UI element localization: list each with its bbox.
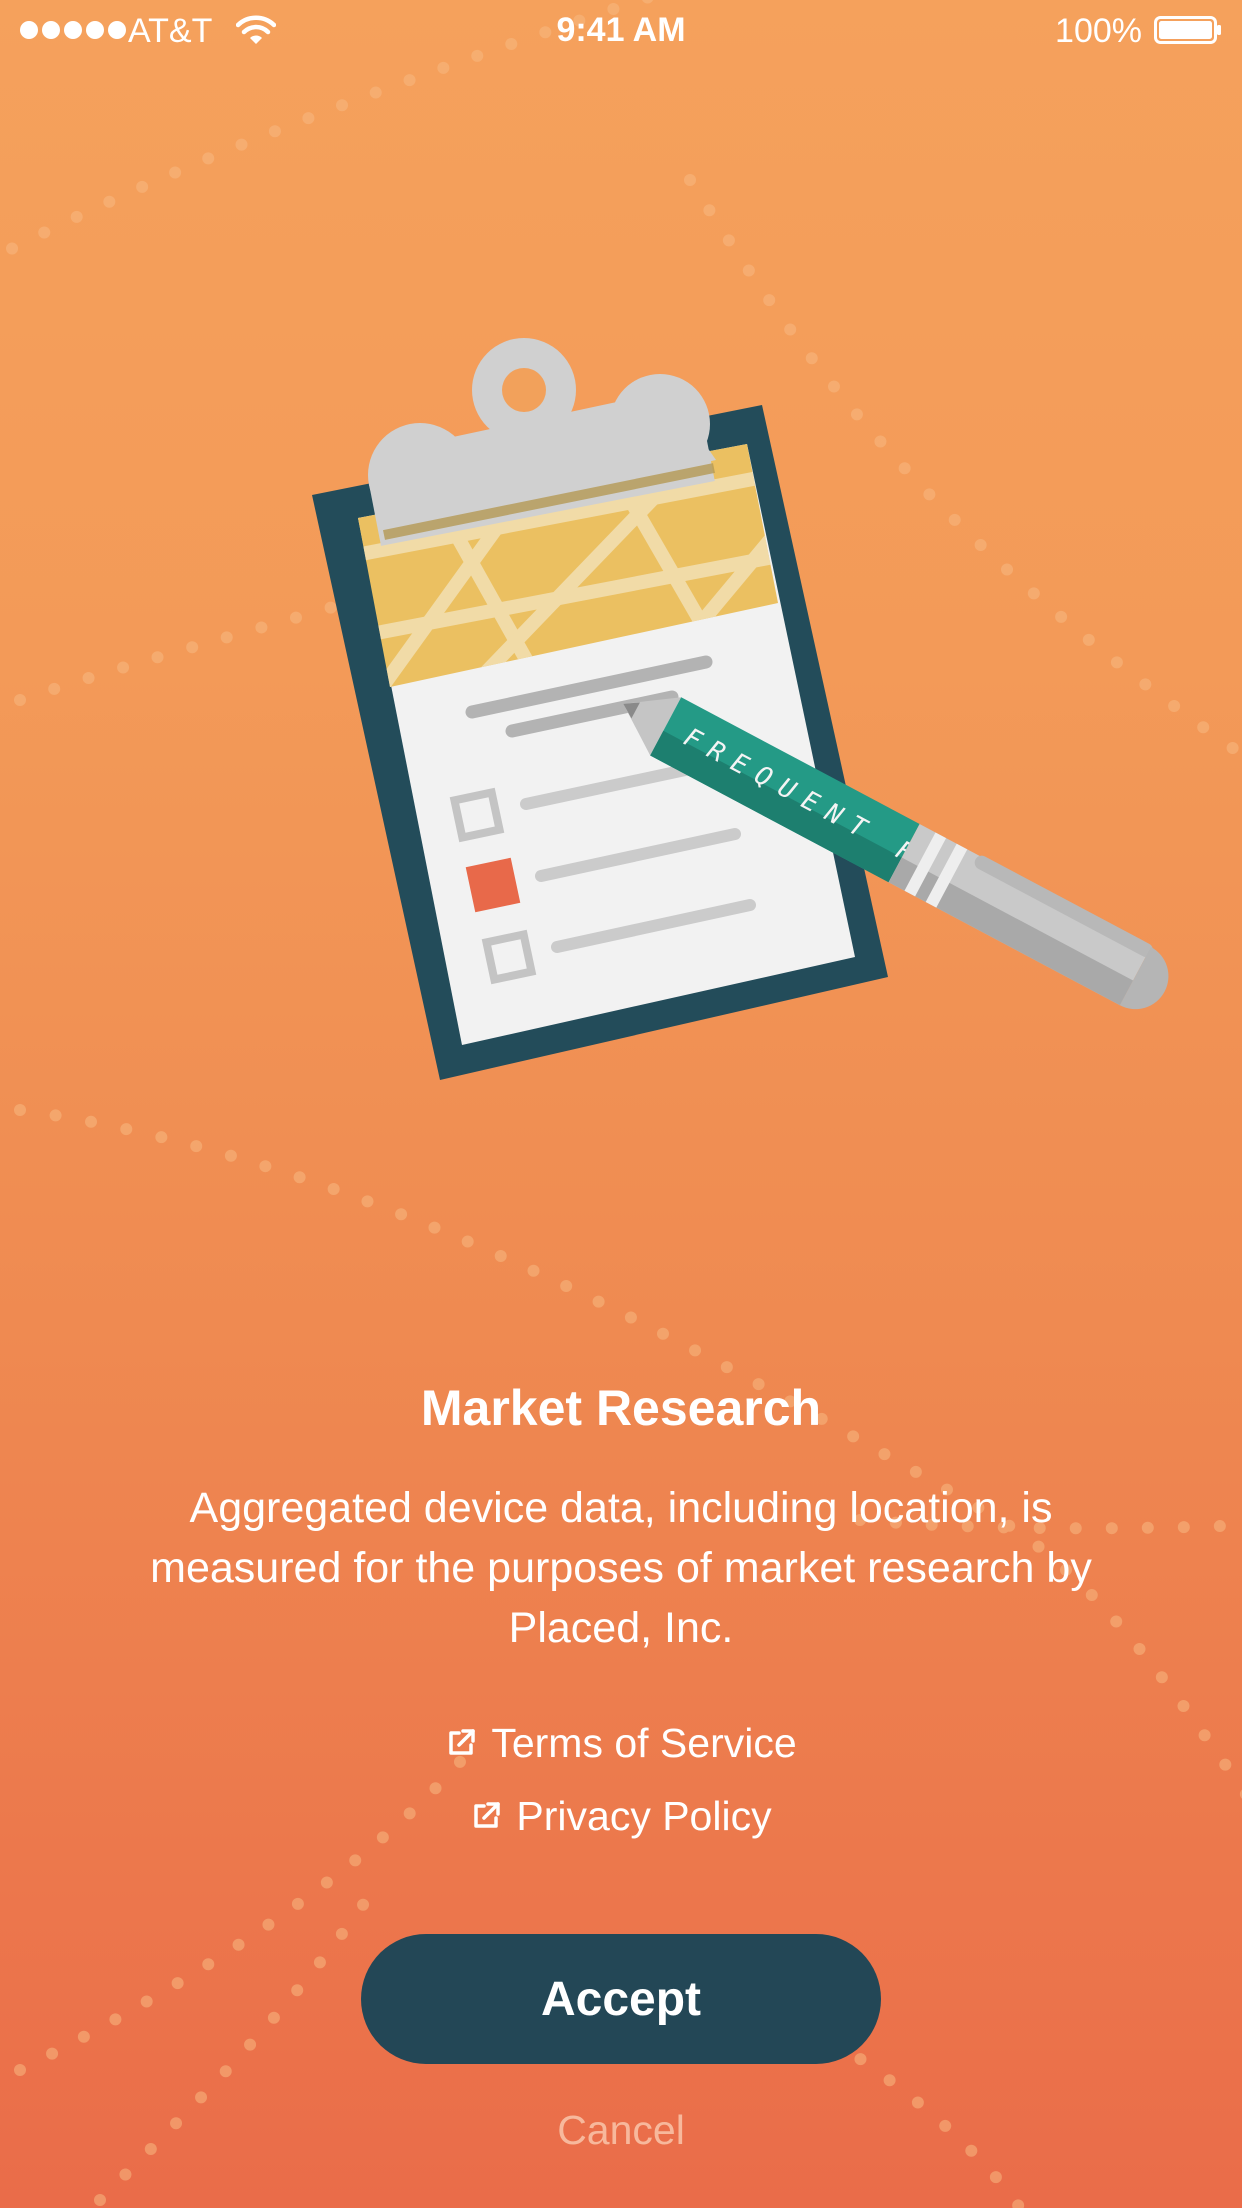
clipboard-with-pen-illustration: FREQUENT F	[312, 338, 1169, 1080]
clipboard-board	[312, 338, 888, 1080]
terms-of-service-link[interactable]: Terms of Service	[0, 1715, 1242, 1771]
privacy-policy-label: Privacy Policy	[516, 1792, 772, 1839]
description-text: Aggregated device data, including locati…	[150, 1484, 1092, 1652]
cancel-button[interactable]: Cancel	[0, 2102, 1242, 2158]
market-research-consent-screen: AT&T 9:41 AM 100% FREQUENT F Market Rese…	[0, 0, 1242, 2208]
external-link-icon	[474, 1802, 501, 1828]
privacy-policy-link[interactable]: Privacy Policy	[0, 1788, 1242, 1844]
page-title: Market Research	[420, 1380, 822, 1436]
terms-of-service-label: Terms of Service	[491, 1719, 797, 1766]
external-link-icon	[449, 1729, 476, 1755]
battery-icon	[1154, 16, 1221, 44]
status-bar: AT&T 9:41 AM 100%	[0, 0, 1242, 60]
battery-percentage: 100%	[1055, 12, 1142, 50]
accept-button[interactable]: Accept	[361, 1934, 881, 2064]
